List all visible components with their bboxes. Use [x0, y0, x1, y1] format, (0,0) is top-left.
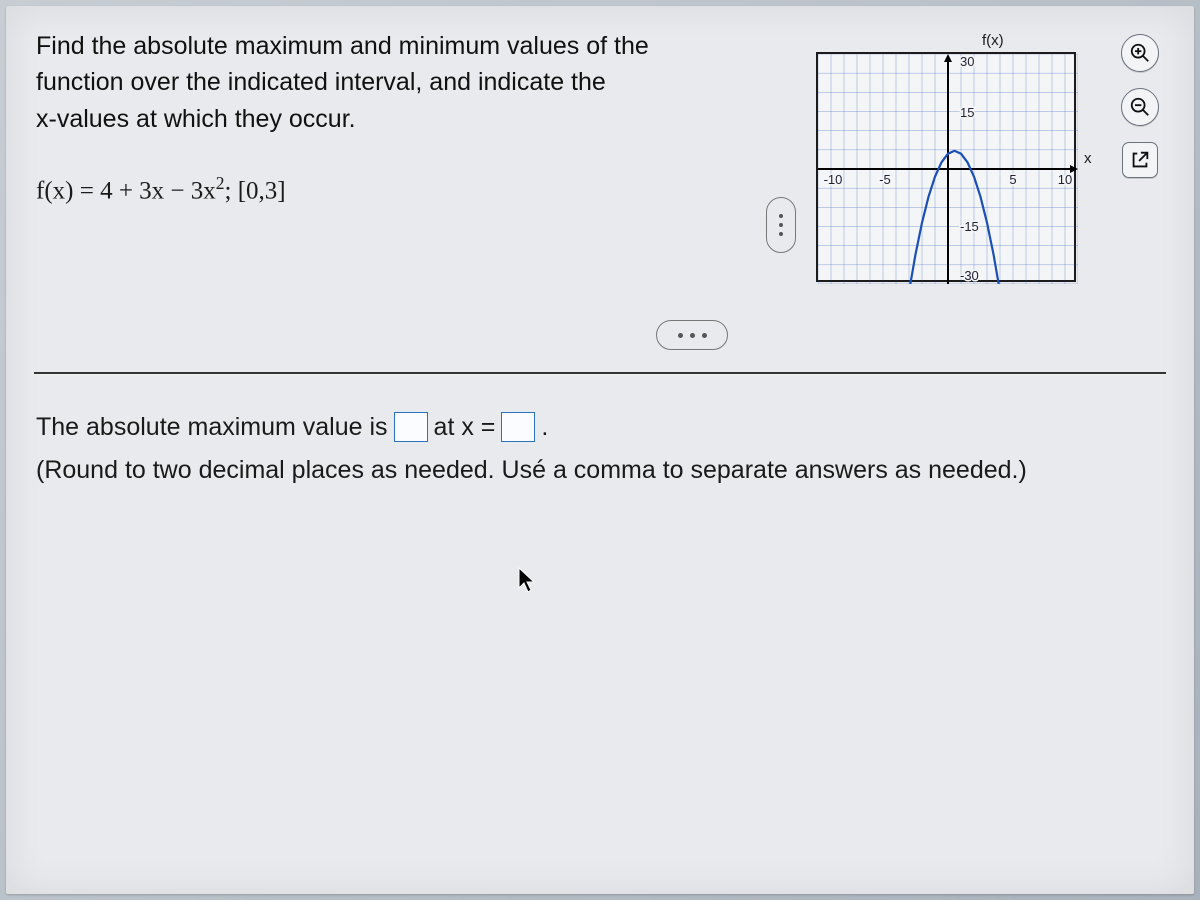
answer-x-value-input[interactable]	[501, 412, 535, 442]
xtick--10: -10	[824, 172, 843, 187]
mouse-cursor-icon	[516, 566, 538, 594]
function-exponent: 2	[216, 173, 225, 193]
ytick--15: -15	[960, 219, 979, 234]
prompt-line-3: x-values at which they occur.	[36, 101, 736, 137]
open-new-icon	[1129, 149, 1151, 171]
prompt-column: Find the absolute maximum and minimum va…	[36, 28, 746, 205]
ytick--30: -30	[960, 268, 979, 283]
xtick-10: 10	[1058, 172, 1072, 187]
zoom-in-button[interactable]	[1121, 34, 1159, 72]
function-interval: ; [0,3]	[225, 177, 286, 204]
y-axis-label: f(x)	[982, 32, 1004, 49]
zoom-out-button[interactable]	[1121, 88, 1159, 126]
answer-hint: (Round to two decimal places as needed. …	[36, 451, 1164, 490]
xtick-5: 5	[1009, 172, 1016, 187]
prompt-line-1: Find the absolute maximum and minimum va…	[36, 28, 736, 64]
top-row: Find the absolute maximum and minimum va…	[6, 28, 1194, 302]
function-definition: f(x) = 4 + 3x − 3x2; [0,3]	[36, 173, 736, 205]
question-sheet: Find the absolute maximum and minimum va…	[6, 6, 1194, 894]
answer-area: The absolute maximum value is at x = . (…	[6, 374, 1194, 490]
vertical-ellipsis-button[interactable]	[766, 197, 796, 253]
horizontal-ellipsis-button[interactable]	[656, 320, 728, 350]
xtick--5: -5	[879, 172, 891, 187]
ytick-30: 30	[960, 54, 974, 69]
answer-max-value-input[interactable]	[394, 412, 428, 442]
prompt-line-2: function over the indicated interval, an…	[36, 64, 736, 100]
open-new-window-button[interactable]	[1122, 142, 1158, 178]
answer-prefix: The absolute maximum value is	[36, 408, 388, 447]
answer-line: The absolute maximum value is at x = .	[36, 408, 1164, 447]
zoom-in-icon	[1129, 42, 1151, 64]
answer-mid: at x =	[434, 408, 496, 447]
ytick-15: 15	[960, 105, 974, 120]
function-lhs: f(x) = 4 + 3x − 3x	[36, 177, 216, 204]
graph-toolbar	[1116, 34, 1164, 178]
answer-period: .	[541, 408, 548, 447]
zoom-out-icon	[1129, 96, 1151, 118]
curve-fx	[903, 151, 1001, 284]
graph-plot-area[interactable]: -10 -5 5 10 30 15 -15 -30	[816, 52, 1076, 282]
x-axis-label: x	[1084, 150, 1092, 167]
graph-panel: -10 -5 5 10 30 15 -15 -30 f(x) x	[806, 32, 1106, 302]
